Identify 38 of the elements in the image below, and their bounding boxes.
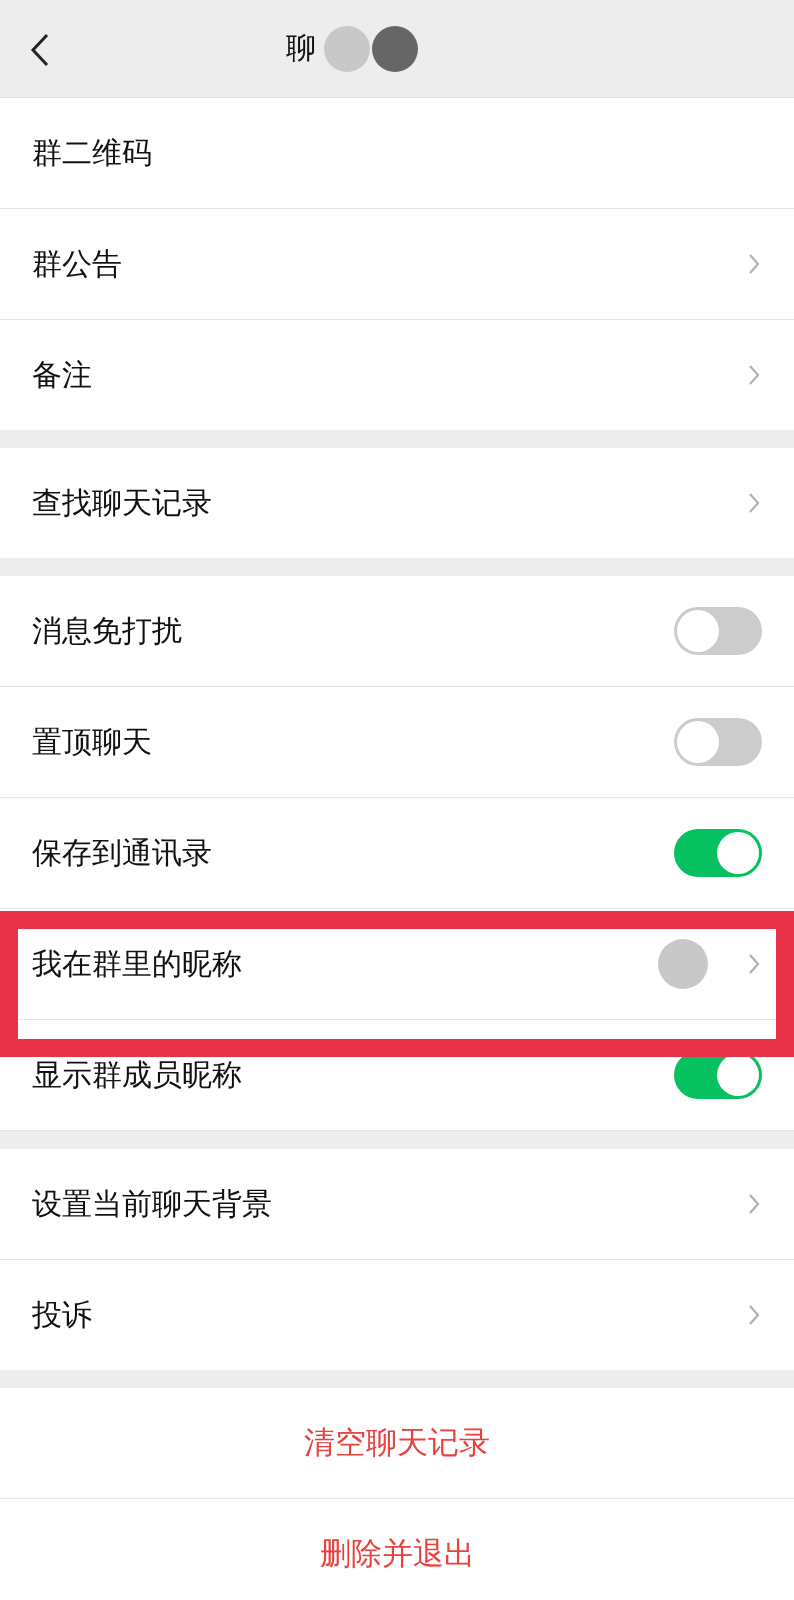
row-label: 我在群里的昵称 [32, 944, 243, 983]
row-label: 消息免打扰 [32, 611, 183, 650]
toggle-switch[interactable] [674, 607, 762, 655]
redaction-dot [324, 25, 370, 72]
page-title: 聊 [286, 29, 316, 67]
chevron-icon [748, 953, 760, 975]
toggle-switch[interactable] [674, 718, 762, 766]
row-label: 群二维码 [32, 133, 153, 172]
toggle-switch[interactable] [674, 829, 762, 877]
settings-row[interactable]: 保存到通讯录 [0, 798, 794, 909]
row-label: 设置当前聊天背景 [32, 1184, 273, 1223]
row-label: 保存到通讯录 [32, 833, 213, 872]
chevron-icon [748, 253, 760, 275]
row-label: 查找聊天记录 [32, 483, 213, 522]
redaction-dot [372, 25, 418, 72]
danger-button[interactable]: 删除并退出 [307, 1525, 487, 1583]
chevron-icon [748, 364, 760, 386]
settings-row[interactable]: 我在群里的昵称 [0, 909, 794, 1020]
settings-row[interactable]: 群公告 [0, 209, 794, 320]
danger-button[interactable]: 清空聊天记录 [292, 1414, 502, 1472]
row-label: 群公告 [32, 244, 123, 283]
settings-row[interactable]: 投诉 [0, 1260, 794, 1370]
chevron-icon [748, 1304, 760, 1326]
settings-row[interactable]: 设置当前聊天背景 [0, 1149, 794, 1260]
chevron-icon [748, 1193, 760, 1215]
settings-row[interactable]: 消息免打扰 [0, 576, 794, 687]
settings-row[interactable]: 查找聊天记录 [0, 448, 794, 558]
back-icon[interactable] [30, 33, 50, 67]
settings-row[interactable]: 群二维码 [0, 98, 794, 209]
row-label: 显示群成员昵称 [32, 1055, 243, 1094]
chevron-icon [748, 492, 760, 514]
settings-row[interactable]: 显示群成员昵称 [0, 1020, 794, 1131]
settings-row[interactable]: 置顶聊天 [0, 687, 794, 798]
redaction-dot [658, 939, 708, 989]
row-label: 备注 [32, 355, 93, 394]
row-label: 置顶聊天 [32, 722, 153, 761]
row-label: 投诉 [32, 1295, 93, 1334]
settings-row[interactable]: 备注 [0, 320, 794, 430]
